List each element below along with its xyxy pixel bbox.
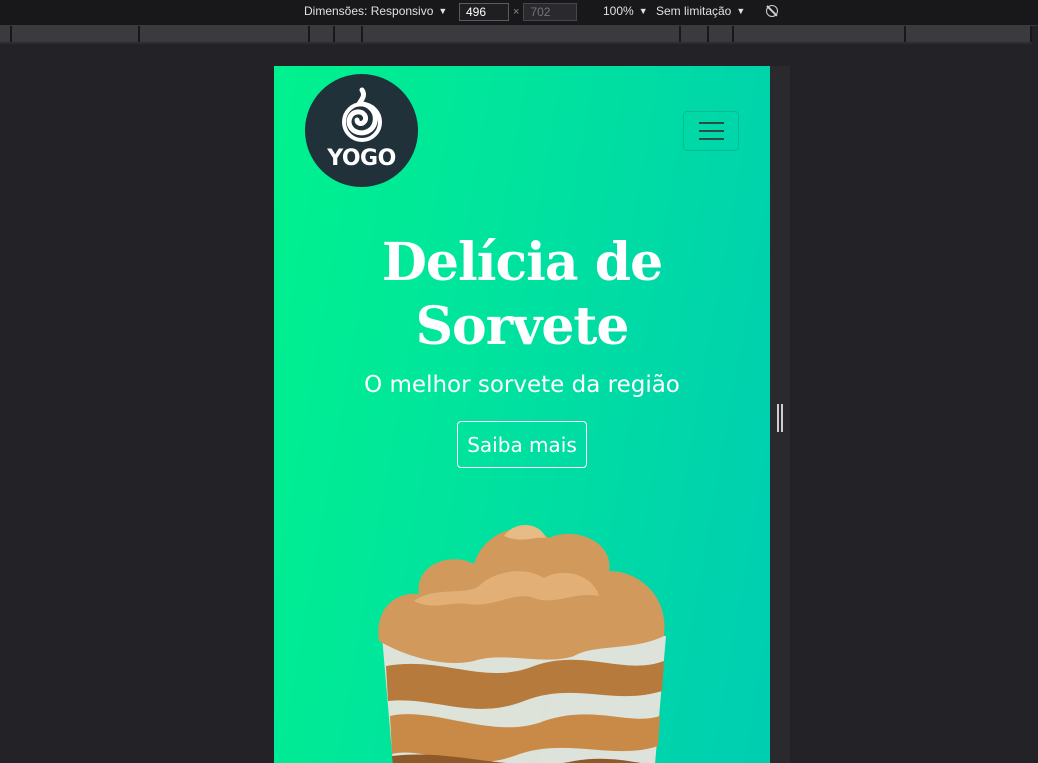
media-query-segment[interactable] <box>0 26 12 42</box>
network-throttle-select[interactable]: Sem limitação ▼ <box>656 4 745 18</box>
hamburger-bar <box>698 122 724 124</box>
page-viewport: YOGO Delícia de Sorvete O melhor sorvete… <box>274 66 770 763</box>
responsive-design-toolbar: Dimensões: Responsivo ▼ × 100% ▼ Sem lim… <box>0 0 1038 26</box>
hero-title: Delícia de Sorvete <box>381 232 663 357</box>
viewport-height-input[interactable] <box>523 3 578 21</box>
hero-subtitle: O melhor sorvete da região <box>364 372 680 398</box>
device-select-label: Dimensões: Responsivo <box>304 4 434 18</box>
hamburger-bar <box>698 138 724 140</box>
hamburger-bar <box>698 130 724 132</box>
swirl-icon <box>341 87 382 142</box>
media-query-segment[interactable] <box>310 26 335 42</box>
media-query-segment[interactable] <box>681 26 709 42</box>
throttle-label: Sem limitação <box>656 4 732 18</box>
viewport-resize-handle[interactable] <box>777 404 783 432</box>
yogo-logo[interactable]: YOGO <box>305 74 418 187</box>
navbar-toggle-button[interactable] <box>683 111 739 151</box>
disable-touch-icon[interactable] <box>766 5 778 17</box>
device-select[interactable]: Dimensões: Responsivo ▼ <box>304 4 447 18</box>
media-query-segment[interactable] <box>363 26 681 42</box>
chevron-down-icon: ▼ <box>638 6 648 16</box>
dessert-cup-image <box>378 524 666 763</box>
media-query-segment[interactable] <box>906 26 1032 42</box>
zoom-label: 100% <box>603 4 634 18</box>
chevron-down-icon: ▼ <box>736 6 746 16</box>
logo-text: YOGO <box>327 146 396 171</box>
media-query-segment[interactable] <box>335 26 363 42</box>
zoom-select[interactable]: 100% ▼ <box>603 4 648 18</box>
media-query-segment[interactable] <box>12 26 140 42</box>
media-query-segment[interactable] <box>140 26 310 42</box>
viewport-width-input[interactable] <box>459 3 509 21</box>
media-query-segment[interactable] <box>734 26 906 42</box>
media-query-segment[interactable] <box>709 26 734 42</box>
learn-more-button[interactable]: Saiba mais <box>457 421 587 468</box>
media-query-bar <box>0 26 1032 44</box>
times-icon: × <box>513 6 520 18</box>
chevron-down-icon: ▼ <box>438 6 448 16</box>
